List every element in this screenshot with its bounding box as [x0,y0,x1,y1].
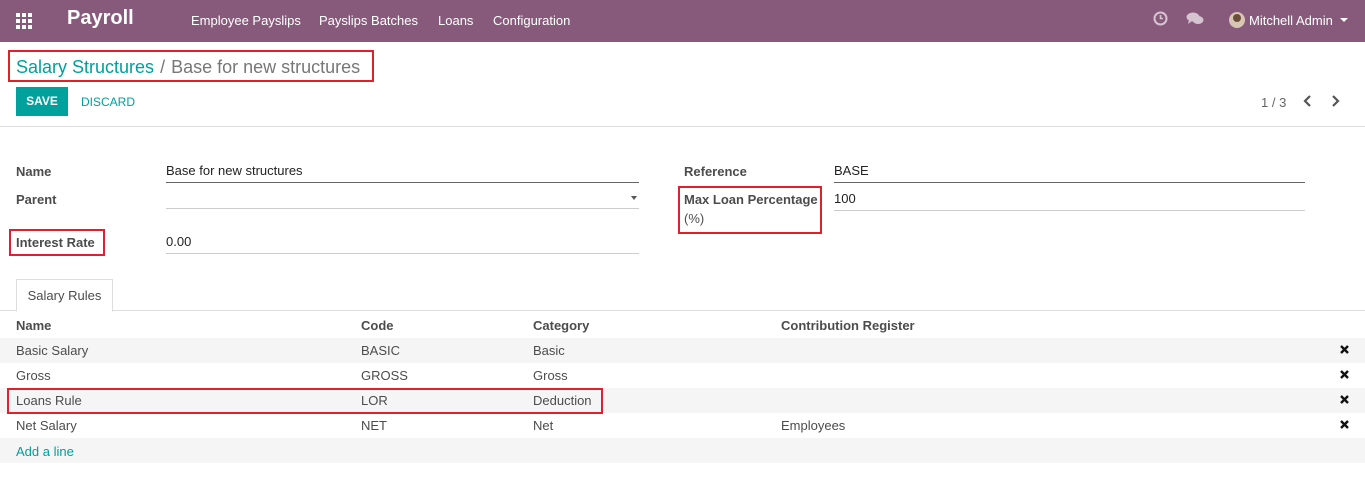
dropdown-caret-icon [631,196,637,200]
menu-loans[interactable]: Loans [438,13,473,28]
reference-label: Reference [684,164,747,179]
tab-divider [0,310,1365,311]
cell-code: NET [361,418,387,433]
max-loan-field[interactable]: 100 [834,190,1305,211]
interest-rate-field[interactable]: 0.00 [166,233,639,254]
delete-icon[interactable] [1339,344,1350,355]
menu-payslips-batches[interactable]: Payslips Batches [319,13,418,28]
column-header-contribution-register[interactable]: Contribution Register [781,318,915,333]
table-row[interactable]: Net Salary NET Net Employees [0,413,1365,438]
parent-select[interactable] [166,188,639,209]
apps-grid-icon[interactable] [16,13,34,29]
menu-configuration[interactable]: Configuration [493,13,570,28]
cell-name: Basic Salary [16,343,89,358]
chevron-left-icon[interactable] [1302,93,1314,109]
highlight-max-loan [678,186,822,234]
clock-icon[interactable] [1153,11,1168,26]
table-row[interactable]: Gross GROSS Gross [0,363,1365,388]
name-field[interactable]: Base for new structures [166,162,639,183]
pager-value: 1 / 3 [1261,95,1287,110]
cell-register: Employees [781,418,846,433]
delete-icon[interactable] [1339,419,1350,430]
delete-icon[interactable] [1339,369,1350,380]
app-title[interactable]: Payroll [67,7,134,30]
caret-down-icon [1339,18,1348,22]
user-menu[interactable]: Mitchell Admin [1229,12,1348,28]
add-line-row [0,438,1365,463]
cell-name: Net Salary [16,418,77,433]
cell-category: Basic [533,343,565,358]
chat-icon[interactable] [1186,11,1204,26]
cell-name: Gross [16,368,51,383]
top-navbar: Payroll Employee Payslips Payslips Batch… [0,0,1365,42]
parent-label: Parent [16,192,57,207]
cell-category: Net [533,418,554,433]
highlight-breadcrumb [8,50,374,82]
column-header-category[interactable]: Category [533,318,589,333]
menu-employee-payslips[interactable]: Employee Payslips [191,13,301,28]
chevron-right-icon[interactable] [1329,93,1341,109]
add-line-link[interactable]: Add a line [16,444,74,459]
table-row[interactable]: Basic Salary BASIC Basic [0,338,1365,363]
user-name: Mitchell Admin [1249,12,1333,28]
delete-icon[interactable] [1339,394,1350,405]
highlight-interest-rate [9,229,105,256]
highlight-loans-rule-row [7,388,603,414]
control-panel-divider [0,126,1365,127]
cell-category: Gross [533,368,568,383]
cell-code: BASIC [361,343,401,358]
avatar [1229,12,1245,28]
reference-field[interactable]: BASE [834,162,1305,183]
name-label: Name [16,164,52,179]
column-header-code[interactable]: Code [361,318,394,333]
tab-salary-rules[interactable]: Salary Rules [16,279,113,312]
discard-button[interactable]: DISCARD [81,95,135,109]
save-button[interactable]: SAVE [16,87,68,116]
cell-code: GROSS [361,368,408,383]
column-header-name[interactable]: Name [16,318,51,333]
